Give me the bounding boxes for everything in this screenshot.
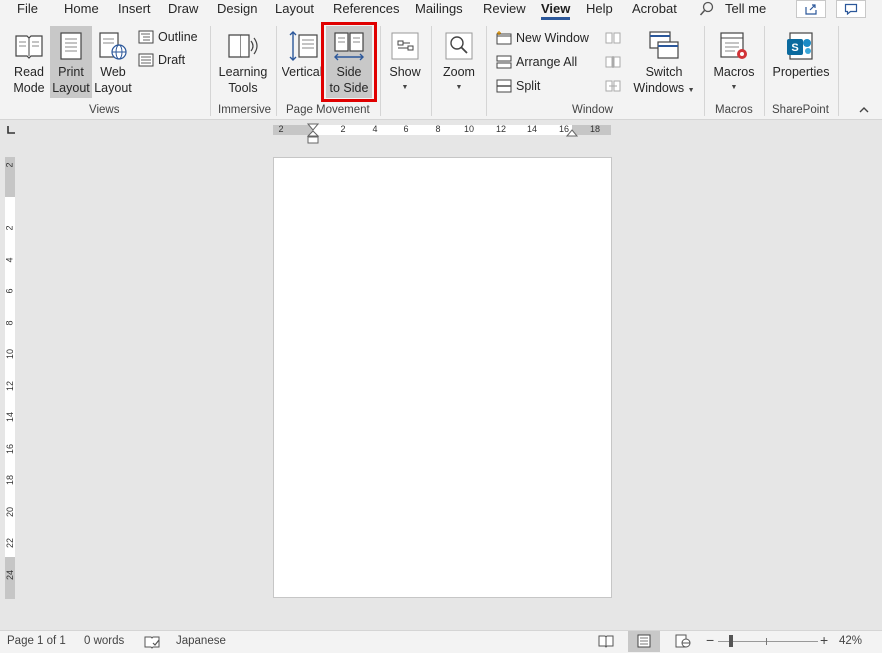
draft-button[interactable]: Draft — [138, 53, 185, 67]
tell-me-search[interactable]: Tell me — [725, 0, 766, 18]
tab-help[interactable]: Help — [586, 0, 613, 18]
tab-view[interactable]: View — [541, 0, 571, 20]
tab-draw[interactable]: Draw — [168, 0, 198, 18]
tab-insert[interactable]: Insert — [118, 0, 151, 18]
arrange-all-button[interactable]: Arrange All — [496, 55, 577, 69]
vertical-ruler[interactable]: 2 2 4 6 8 10 12 14 16 18 20 22 24 — [5, 157, 15, 599]
zoom-dropdown[interactable]: Zoom ▼ — [438, 28, 480, 96]
synchronous-scrolling-icon — [605, 56, 621, 68]
learning-tools-icon — [228, 34, 258, 58]
tab-file[interactable]: File — [17, 0, 38, 18]
web-layout-icon — [99, 32, 127, 60]
vertical-button[interactable]: Vertical — [282, 28, 322, 80]
comment-icon — [844, 3, 858, 15]
tab-references[interactable]: References — [333, 0, 399, 18]
group-separator — [431, 26, 432, 116]
group-label-sharepoint: SharePoint — [772, 104, 829, 116]
zoom-in-button[interactable]: + — [820, 632, 828, 648]
group-separator — [486, 26, 487, 116]
show-icon — [391, 32, 419, 60]
group-label-immersive: Immersive — [218, 104, 272, 116]
read-mode-icon — [15, 35, 43, 59]
side-to-side-button[interactable]: Side to Side — [326, 26, 372, 98]
right-indent-marker-icon[interactable] — [566, 129, 578, 137]
tab-design[interactable]: Design — [217, 0, 257, 18]
document-page[interactable] — [273, 157, 612, 598]
print-layout-view-button[interactable] — [628, 631, 660, 652]
read-mode-button[interactable]: Read Mode — [8, 28, 50, 96]
group-separator — [838, 26, 839, 116]
print-layout-view-icon — [637, 634, 651, 648]
group-separator — [704, 26, 705, 116]
svg-text:S: S — [791, 42, 798, 54]
show-dropdown[interactable]: Show ▼ — [386, 28, 424, 96]
group-separator — [276, 26, 277, 116]
group-label-window: Window — [572, 104, 613, 116]
zoom-slider[interactable] — [718, 641, 818, 642]
magnifier-icon — [445, 32, 473, 60]
split-icon — [496, 79, 512, 93]
vertical-icon — [289, 31, 318, 61]
outline-icon — [138, 30, 154, 44]
arrange-all-icon — [496, 55, 512, 69]
lightbulb-icon — [699, 1, 714, 16]
dropdown-caret-icon: ▼ — [687, 87, 695, 94]
switch-windows-icon — [649, 31, 679, 59]
group-separator — [380, 26, 381, 116]
tab-mailings[interactable]: Mailings — [415, 0, 463, 18]
outline-button[interactable]: Outline — [138, 30, 198, 44]
dropdown-caret-icon: ▼ — [455, 84, 463, 91]
share-button[interactable] — [796, 0, 826, 18]
group-label-page-movement: Page Movement — [286, 104, 370, 116]
read-mode-view-icon[interactable] — [598, 634, 614, 648]
tab-layout[interactable]: Layout — [275, 0, 314, 18]
ribbon-tabs: File Home Insert Draw Design Layout Refe… — [0, 0, 882, 20]
macros-icon — [720, 32, 747, 59]
print-layout-button[interactable]: Print Layout — [50, 26, 92, 98]
web-layout-view-icon[interactable] — [675, 634, 691, 648]
web-layout-button[interactable]: Web Layout — [93, 28, 133, 96]
tab-stop-selector-icon[interactable] — [5, 124, 17, 136]
horizontal-ruler[interactable]: 2 2 4 6 8 10 12 14 16 18 — [273, 124, 611, 135]
zoom-level[interactable]: 42% — [839, 635, 862, 647]
language-indicator[interactable]: Japanese — [176, 635, 226, 647]
new-window-icon — [496, 31, 512, 45]
tab-review[interactable]: Review — [483, 0, 526, 18]
reset-window-position-icon — [605, 80, 621, 92]
zoom-slider-center-tick — [766, 638, 767, 645]
group-label-macros: Macros — [715, 104, 753, 116]
group-separator — [210, 26, 211, 116]
split-button[interactable]: Split — [496, 79, 540, 93]
indent-marker-icon[interactable] — [307, 123, 319, 145]
new-window-button[interactable]: New Window — [496, 31, 589, 45]
tab-acrobat[interactable]: Acrobat — [632, 0, 677, 18]
print-layout-icon — [60, 32, 82, 60]
sharepoint-properties-icon: S — [787, 32, 813, 60]
dropdown-caret-icon: ▼ — [730, 84, 738, 91]
ribbon: Read Mode Print Layout Web Layout Outlin… — [0, 20, 882, 120]
collapse-ribbon-icon[interactable] — [858, 106, 870, 114]
view-side-by-side-icon — [605, 32, 621, 44]
side-to-side-icon — [334, 32, 364, 61]
share-icon — [805, 4, 817, 15]
draft-icon — [138, 53, 154, 67]
dropdown-caret-icon: ▼ — [401, 84, 409, 91]
page-count[interactable]: Page 1 of 1 — [7, 635, 66, 647]
word-count[interactable]: 0 words — [84, 635, 124, 647]
group-separator — [764, 26, 765, 116]
proofing-icon[interactable] — [144, 635, 160, 649]
tab-home[interactable]: Home — [64, 0, 99, 18]
status-bar: Page 1 of 1 0 words Japanese − + 42% — [0, 630, 882, 653]
switch-windows-dropdown[interactable]: Switch Windows ▼ — [633, 28, 695, 99]
comments-button[interactable] — [836, 0, 866, 18]
learning-tools-button[interactable]: Learning Tools — [216, 28, 270, 96]
properties-button[interactable]: S Properties — [770, 28, 832, 80]
group-label-views: Views — [89, 104, 120, 116]
zoom-out-button[interactable]: − — [706, 632, 714, 648]
zoom-slider-thumb[interactable] — [729, 635, 733, 647]
macros-dropdown[interactable]: Macros ▼ — [710, 28, 758, 96]
